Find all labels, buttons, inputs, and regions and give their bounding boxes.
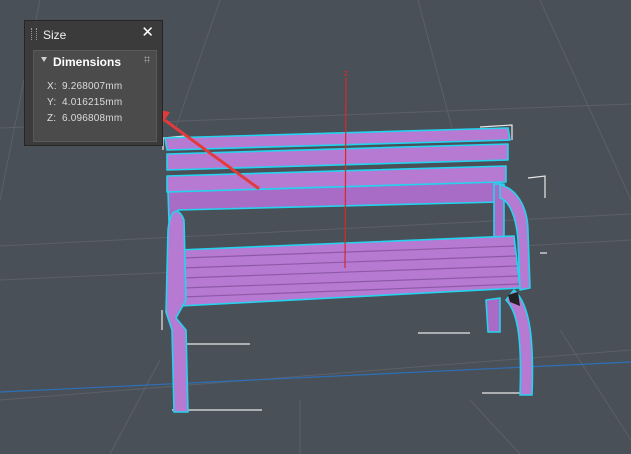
drag-handle-icon[interactable] xyxy=(31,28,37,40)
dimension-row-x: X: 9.268007mm xyxy=(47,81,122,92)
z-axis-label: z xyxy=(344,68,349,78)
grip-icon[interactable] xyxy=(144,56,150,63)
z-axis-line xyxy=(344,77,347,269)
chevron-down-icon[interactable] xyxy=(41,57,47,62)
section-title: Dimensions xyxy=(53,55,122,69)
dimension-label: X: xyxy=(47,81,57,92)
dimension-label: Z: xyxy=(47,113,57,124)
size-panel[interactable]: Size ✕ Dimensions X: 9.268007mm Y: 4.01621… xyxy=(24,20,163,146)
panel-titlebar[interactable]: Size ✕ xyxy=(25,21,162,47)
panel-title: Size xyxy=(43,28,67,42)
dimension-label: Y: xyxy=(47,97,57,108)
dimension-value: 4.016215mm xyxy=(62,97,123,108)
dimensions-header[interactable]: Dimensions xyxy=(34,51,156,71)
dimension-value: 6.096808mm xyxy=(62,113,123,124)
dimensions-section: Dimensions X: 9.268007mm Y: 4.016215mm Z: 6… xyxy=(33,50,157,142)
leg-right-inner[interactable] xyxy=(485,297,501,333)
leg-right[interactable] xyxy=(505,289,534,396)
leg-left[interactable] xyxy=(165,210,189,413)
dimension-row-y: Y: 4.016215mm xyxy=(47,97,122,108)
x-axis-line xyxy=(0,361,631,393)
close-button[interactable]: ✕ xyxy=(141,24,154,42)
dimension-value: 9.268007mm xyxy=(62,81,123,92)
dimension-row-z: Z: 6.096808mm xyxy=(47,113,122,124)
